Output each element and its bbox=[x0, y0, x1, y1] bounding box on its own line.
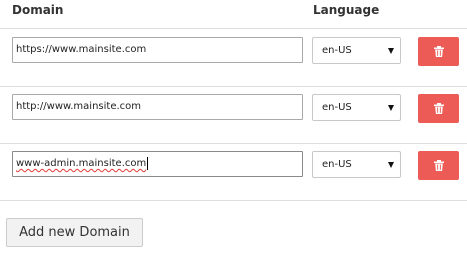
delete-domain-button[interactable] bbox=[418, 94, 459, 123]
domain-input[interactable]: https://www.mainsite.com bbox=[12, 37, 303, 63]
add-domain-button[interactable]: Add new Domain bbox=[6, 218, 143, 247]
domain-column-header: Domain bbox=[12, 3, 64, 17]
domain-row: http://www.mainsite.com en-US bbox=[0, 86, 467, 144]
domain-row: www-admin.mainsite.com en-US bbox=[0, 143, 467, 201]
trash-icon bbox=[433, 160, 444, 171]
trash-icon bbox=[433, 103, 444, 114]
domain-input-value: https://www.mainsite.com bbox=[16, 44, 147, 55]
trash-icon bbox=[433, 46, 444, 57]
domain-input[interactable]: http://www.mainsite.com bbox=[12, 94, 303, 120]
chevron-down-icon bbox=[388, 48, 394, 54]
language-select-value: en-US bbox=[322, 45, 352, 56]
language-select[interactable]: en-US bbox=[312, 94, 401, 121]
table-header: Domain Language bbox=[0, 0, 467, 29]
chevron-down-icon bbox=[388, 105, 394, 111]
domain-input-value: www-admin.mainsite.com bbox=[16, 158, 147, 169]
language-column-header: Language bbox=[313, 3, 380, 17]
chevron-down-icon bbox=[388, 162, 394, 168]
domain-input[interactable]: www-admin.mainsite.com bbox=[12, 151, 303, 177]
domain-row: https://www.mainsite.com en-US bbox=[0, 29, 467, 87]
text-caret bbox=[147, 156, 149, 170]
language-select[interactable]: en-US bbox=[312, 37, 401, 64]
domain-input-value: http://www.mainsite.com bbox=[16, 101, 142, 112]
delete-domain-button[interactable] bbox=[418, 151, 459, 180]
delete-domain-button[interactable] bbox=[418, 37, 459, 66]
language-select[interactable]: en-US bbox=[312, 151, 401, 178]
language-select-value: en-US bbox=[322, 102, 352, 113]
language-select-value: en-US bbox=[322, 159, 352, 170]
